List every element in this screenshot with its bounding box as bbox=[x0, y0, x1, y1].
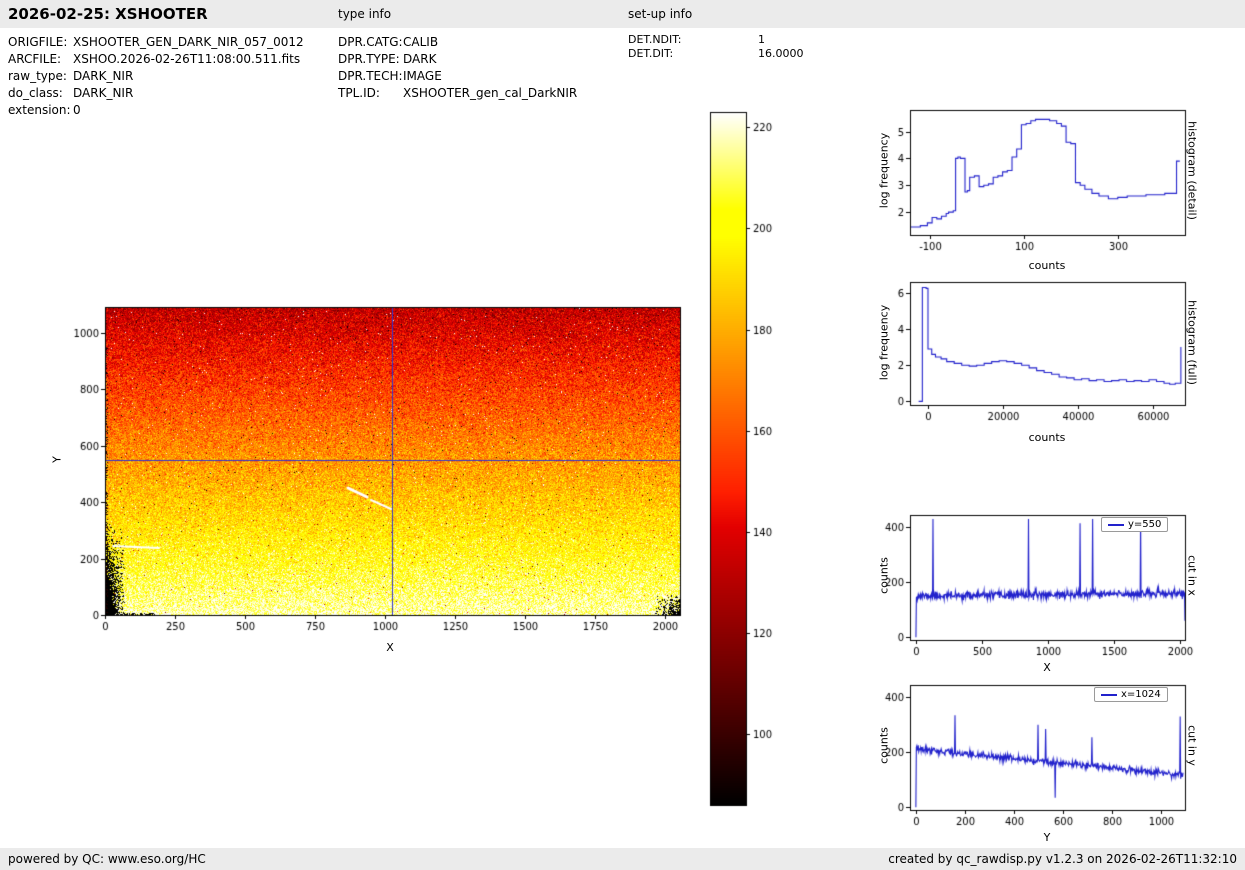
field-label: DPR.TYPE: bbox=[338, 52, 403, 66]
field-label: DET.NDIT: bbox=[628, 33, 758, 46]
type-info-row-type: DPR.TYPE:DARK bbox=[338, 52, 436, 66]
field-value: XSHOO.2026-02-26T11:08:00.511.fits bbox=[73, 52, 300, 66]
footer-created-by-text: created by qc_rawdisp.py v1.2.3 on 2026-… bbox=[888, 852, 1237, 866]
setup-info-row-dit: DET.DIT:16.0000 bbox=[628, 47, 804, 60]
cut-x-right-label: cut in x bbox=[1186, 516, 1199, 636]
footer-powered-by-link[interactable]: powered by QC: www.eso.org/HC bbox=[8, 852, 206, 866]
top-header-bar: 2026-02-25: XSHOOTER type info set-up in… bbox=[0, 0, 1245, 28]
type-info-section-label: type info bbox=[338, 7, 391, 21]
field-label: DET.DIT: bbox=[628, 47, 758, 60]
field-value: 0 bbox=[73, 103, 81, 117]
file-info-row-origfile: ORIGFILE:XSHOOTER_GEN_DARK_NIR_057_0012 bbox=[8, 35, 304, 49]
field-label: DPR.CATG: bbox=[338, 35, 403, 49]
cut-x-legend-label: y=550 bbox=[1128, 519, 1161, 530]
field-value: DARK_NIR bbox=[73, 69, 133, 83]
file-info-row-arcfile: ARCFILE:XSHOO.2026-02-26T11:08:00.511.fi… bbox=[8, 52, 300, 66]
hist-full-y-axis-label: log frequency bbox=[878, 283, 891, 403]
main-detector-image bbox=[50, 290, 710, 665]
field-label: ORIGFILE: bbox=[8, 35, 73, 49]
field-value: 16.0000 bbox=[758, 47, 804, 60]
cut-y-legend-label: x=1024 bbox=[1121, 689, 1161, 700]
cut-y-legend: x=1024 bbox=[1094, 687, 1168, 702]
field-label: raw_type: bbox=[8, 69, 73, 83]
hist-full-right-label: histogram (full) bbox=[1186, 283, 1199, 403]
legend-line-sample-icon bbox=[1108, 524, 1124, 526]
field-value: 1 bbox=[758, 33, 765, 46]
file-info-row-rawtype: raw_type:DARK_NIR bbox=[8, 69, 133, 83]
field-label: extension: bbox=[8, 103, 73, 117]
colorbar bbox=[700, 105, 805, 820]
field-label: do_class: bbox=[8, 86, 73, 100]
hist-detail-x-axis-label: counts bbox=[1007, 259, 1087, 272]
type-info-row-catg: DPR.CATG:CALIB bbox=[338, 35, 438, 49]
legend-line-sample-icon bbox=[1101, 694, 1117, 696]
cut-x-legend: y=550 bbox=[1101, 517, 1168, 532]
field-value: DARK bbox=[403, 52, 436, 66]
hist-detail-y-axis-label: log frequency bbox=[878, 111, 891, 231]
footer-bar: powered by QC: www.eso.org/HC created by… bbox=[0, 848, 1245, 870]
histogram-detail-plot bbox=[875, 100, 1195, 258]
cut-y-right-label: cut in y bbox=[1186, 686, 1199, 806]
field-value: CALIB bbox=[403, 35, 438, 49]
qc-report-page: { "header": { "title": "2026-02-25: XSHO… bbox=[0, 0, 1245, 870]
page-title: 2026-02-25: XSHOOTER bbox=[8, 5, 208, 23]
field-value: XSHOOTER_gen_cal_DarkNIR bbox=[403, 86, 577, 100]
file-info-row-extension: extension:0 bbox=[8, 103, 81, 117]
main-x-axis-label: X bbox=[350, 641, 430, 654]
field-value: IMAGE bbox=[403, 69, 442, 83]
type-info-row-tech: DPR.TECH:IMAGE bbox=[338, 69, 442, 83]
cut-y-y-axis-label: counts bbox=[878, 686, 891, 806]
setup-info-section-label: set-up info bbox=[628, 7, 692, 21]
field-label: ARCFILE: bbox=[8, 52, 73, 66]
field-label: DPR.TECH: bbox=[338, 69, 403, 83]
cut-y-x-axis-label: Y bbox=[1007, 831, 1087, 844]
hist-full-x-axis-label: counts bbox=[1007, 431, 1087, 444]
field-label: TPL.ID: bbox=[338, 86, 403, 100]
histogram-full-plot bbox=[875, 272, 1195, 430]
field-value: XSHOOTER_GEN_DARK_NIR_057_0012 bbox=[73, 35, 304, 49]
cut-x-x-axis-label: X bbox=[1007, 661, 1087, 674]
type-info-row-tplid: TPL.ID:XSHOOTER_gen_cal_DarkNIR bbox=[338, 86, 577, 100]
file-info-row-doclass: do_class:DARK_NIR bbox=[8, 86, 133, 100]
cut-x-y-axis-label: counts bbox=[878, 516, 891, 636]
hist-detail-right-label: histogram (detail) bbox=[1186, 111, 1199, 231]
field-value: DARK_NIR bbox=[73, 86, 133, 100]
main-y-axis-label: Y bbox=[51, 400, 64, 520]
setup-info-row-ndit: DET.NDIT:1 bbox=[628, 33, 765, 46]
